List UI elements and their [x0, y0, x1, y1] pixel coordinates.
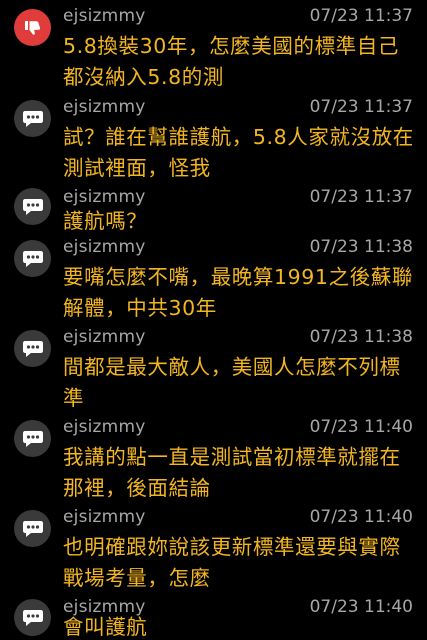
comment-timestamp: 07/23 11:38: [309, 327, 413, 347]
comment-text: 5.8換裝30年，怎麼美國的標準自己都沒納入5.8的測: [63, 34, 399, 89]
comment-timestamp: 07/23 11:40: [309, 507, 413, 527]
comment-text: 也明確跟妳說該更新標準還要與實際戰場考量，怎麼: [63, 535, 401, 590]
comment-text: 會叫護航: [63, 615, 148, 639]
comment-username[interactable]: ejsizmmy: [63, 236, 145, 258]
comment-username[interactable]: ejsizmmy: [63, 96, 145, 118]
speech-bubble-icon: [14, 188, 51, 225]
comment-timestamp: 07/23 11:40: [309, 597, 413, 617]
speech-bubble-icon: [14, 330, 51, 367]
comment-username[interactable]: ejsizmmy: [63, 186, 145, 208]
comment-username[interactable]: ejsizmmy: [63, 5, 145, 27]
comment-text: 要嘴怎麼不嘴，最晚算1991之後蘇聯解體，中共30年: [63, 265, 413, 320]
comment-text: 護航嗎？: [63, 209, 148, 233]
comment-username[interactable]: ejsizmmy: [63, 506, 145, 528]
speech-bubble-icon: [14, 599, 51, 636]
speech-bubble-icon: [14, 420, 51, 457]
comment-text: 我講的點一直是測試當初標準就擺在那裡，後面結論: [63, 445, 401, 500]
comment-username[interactable]: ejsizmmy: [63, 326, 145, 348]
comment-timestamp: 07/23 11:37: [309, 187, 413, 207]
comment-username[interactable]: ejsizmmy: [63, 416, 145, 438]
comment-text: 間都是最大敵人，美國人怎麼不列標準: [63, 355, 401, 410]
comment-timestamp: 07/23 11:38: [309, 237, 413, 257]
speech-bubble-icon: [14, 240, 51, 277]
thumbs-down-icon: [14, 9, 51, 46]
comment-timestamp: 07/23 11:37: [309, 97, 413, 117]
speech-bubble-icon: [14, 510, 51, 547]
speech-bubble-icon: [14, 100, 51, 137]
comment-timestamp: 07/23 11:40: [309, 417, 413, 437]
comment-text: 試？誰在幫誰護航，5.8人家就沒放在測試裡面，怪我: [63, 125, 414, 180]
comment-timestamp: 07/23 11:37: [309, 6, 413, 26]
